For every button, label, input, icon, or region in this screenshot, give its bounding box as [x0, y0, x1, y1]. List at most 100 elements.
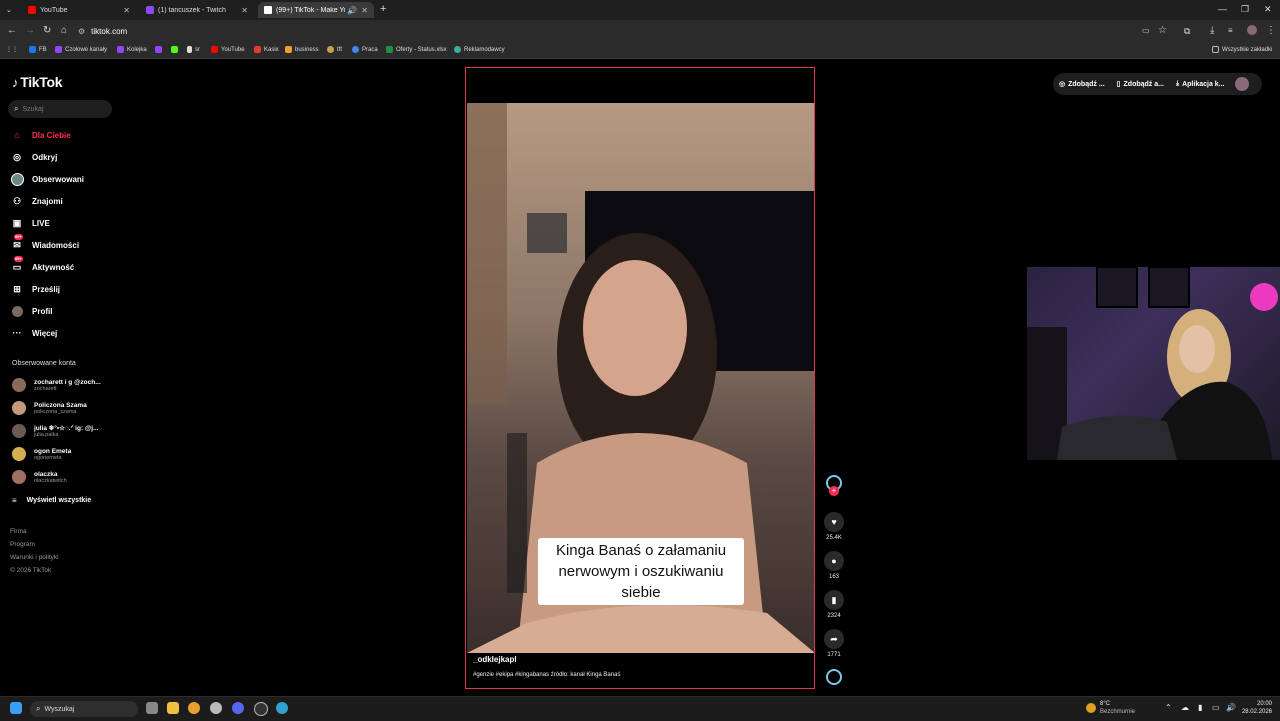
maximize-icon[interactable]: ❐: [1241, 4, 1249, 15]
weather-desc: Bezchmurnie: [1100, 709, 1136, 715]
windows-start-icon[interactable]: [10, 702, 22, 714]
tiktok-logo[interactable]: ♪ TikTok: [12, 74, 63, 90]
like-button[interactable]: ♥ 25.4K: [822, 512, 846, 541]
share-button[interactable]: ➦ 1771: [822, 629, 846, 658]
forward-icon[interactable]: →: [25, 25, 35, 37]
window-close-icon[interactable]: ✕: [1264, 4, 1272, 15]
bookmark-item[interactable]: business: [285, 46, 319, 53]
bookmark-item[interactable]: Reklamodawcy: [454, 46, 505, 53]
get-app-button[interactable]: ▯ Zdobądź a...: [1111, 80, 1170, 89]
tray-app-icon[interactable]: ☁: [1181, 703, 1189, 712]
download-icon[interactable]: ⤓: [1210, 25, 1214, 37]
tab-tiktok[interactable]: (99+) TikTok - Make Your Da 🔊 ✕: [258, 2, 374, 18]
twitch-icon: [146, 6, 154, 14]
clock-date[interactable]: 28.02.2026: [1236, 709, 1272, 715]
tab-search-icon[interactable]: ⌄: [6, 5, 12, 17]
nav-dla-ciebie[interactable]: ⌂ Dla Ciebie: [10, 127, 71, 143]
comment-button[interactable]: ● 163: [822, 551, 846, 580]
app-icon[interactable]: [210, 702, 222, 714]
nav-obserwowani[interactable]: Obserwowani: [10, 171, 84, 187]
followed-account[interactable]: olaczka olaczkatwitch: [12, 470, 67, 484]
media-player-icon[interactable]: [254, 702, 268, 716]
windows-taskbar: ⌕ Wyszukaj 8°C Bezchmurnie ⌃ ☁ ▮ ▭ 🔊 20:…: [0, 696, 1280, 721]
video-description[interactable]: #genzie #ekipa #kingabanas źródło: kanał…: [473, 672, 620, 678]
nav-label: Dla Ciebie: [32, 130, 71, 140]
bookmark-item[interactable]: Praca: [352, 46, 378, 53]
site-info-icon[interactable]: ⚙: [78, 27, 85, 36]
save-button[interactable]: ▮ 2324: [822, 590, 846, 619]
followed-account[interactable]: zocharett i g @zoch... zocharett: [12, 378, 101, 392]
apps-icon[interactable]: ⋮⋮: [6, 46, 18, 53]
bookmark-item[interactable]: Kolejka: [117, 46, 147, 53]
profile-avatar-icon[interactable]: [1247, 25, 1257, 35]
display-icon[interactable]: ▭: [1212, 703, 1220, 712]
all-bookmarks[interactable]: Wszystkie zakładki: [1212, 46, 1272, 53]
get-coins-button[interactable]: ◎ Zdobądź ...: [1053, 80, 1111, 89]
minimize-icon[interactable]: —: [1218, 4, 1227, 14]
video-author[interactable]: _odklejkapl: [473, 655, 517, 664]
sound-disc-button[interactable]: [822, 669, 846, 685]
file-explorer-icon[interactable]: [167, 702, 179, 714]
bookmark-item[interactable]: FB: [29, 46, 47, 53]
home-icon[interactable]: ⌂: [61, 25, 67, 37]
tiktok-icon: [264, 6, 272, 14]
tab-youtube[interactable]: YouTube ✕: [22, 2, 136, 18]
volume-icon[interactable]: 🔊: [1226, 703, 1236, 712]
bookmark-item[interactable]: [171, 46, 181, 53]
tray-chevron-icon[interactable]: ⌃: [1165, 703, 1172, 712]
back-icon[interactable]: ←: [7, 25, 17, 37]
menu-icon[interactable]: ⋮: [1266, 25, 1276, 37]
bookmark-item[interactable]: Czołowe kanały: [55, 46, 107, 53]
nav-przeslij[interactable]: ⊞ Prześlij: [10, 281, 60, 297]
bookmark-item[interactable]: Kasix: [254, 46, 279, 53]
show-all-button[interactable]: ≡ Wyświetl wszystkie: [12, 496, 91, 505]
close-icon[interactable]: ✕: [361, 6, 368, 15]
desktop-app-button[interactable]: ⤓ Aplikacja k...: [1170, 80, 1231, 88]
video-caption: Kinga Banaś o załamaniu nerwowym i oszuk…: [538, 538, 744, 605]
discord-icon[interactable]: [232, 702, 244, 714]
nav-wiecej[interactable]: ··· Więcej: [10, 325, 58, 341]
search-input[interactable]: ⌕ Szukaj: [8, 100, 112, 118]
address-bar[interactable]: ⚙ tiktok.com: [78, 24, 1168, 38]
bookmark-item[interactable]: [155, 46, 165, 53]
button-label: Zdobądź ...: [1068, 80, 1105, 88]
close-icon[interactable]: ✕: [241, 6, 248, 15]
weather-icon[interactable]: [1086, 703, 1096, 713]
bookmark-item[interactable]: tft: [327, 46, 342, 53]
close-icon[interactable]: ✕: [123, 6, 130, 15]
speaker-icon[interactable]: 🔊: [347, 6, 357, 15]
nav-wiadomosci[interactable]: ✉ 99+ Wiadomości: [10, 234, 79, 253]
followed-account[interactable]: julia ❄°•☆◌.ᐟ ig: @j... julia.palka: [12, 424, 99, 438]
chrome-icon[interactable]: [188, 702, 200, 714]
nav-live[interactable]: ▣ LIVE: [10, 215, 50, 231]
nav-odkryj[interactable]: ◎ Odkryj: [10, 149, 57, 165]
extensions-icon[interactable]: ⧉: [1184, 25, 1190, 37]
media-icon[interactable]: ≡: [1228, 25, 1233, 37]
footer-terms[interactable]: Warunki i polityki: [10, 554, 59, 561]
video-player[interactable]: Kinga Banaś o załamaniu nerwowym i oszuk…: [465, 67, 815, 689]
follow-plus-icon[interactable]: +: [829, 486, 839, 496]
new-tab-icon[interactable]: +: [380, 3, 386, 15]
clock-time[interactable]: 20:00: [1240, 701, 1272, 707]
account-handle: policzona_szama: [34, 408, 77, 415]
nav-znajomi[interactable]: ⚇ Znajomi: [10, 193, 63, 209]
tab-twitch[interactable]: (1) tancuszek - Twitch ✕: [140, 2, 254, 18]
bookmark-item[interactable]: YouTube: [211, 46, 245, 53]
browser-icon[interactable]: [276, 702, 288, 714]
footer-program[interactable]: Program: [10, 541, 35, 548]
task-view-icon[interactable]: [146, 702, 158, 714]
bookmark-item[interactable]: sr: [187, 46, 200, 53]
bookmark-item[interactable]: Oferty - Status.xlsx: [386, 46, 447, 53]
followed-account[interactable]: Policzona Szama policzona_szama: [12, 401, 87, 415]
user-avatar[interactable]: [1234, 77, 1249, 91]
nav-aktywnosc[interactable]: ▭ 99+ Aktywność: [10, 256, 74, 275]
followed-account[interactable]: ogon Emeta ogonemeta: [12, 447, 71, 461]
list-icon: ≡: [12, 496, 17, 505]
account-handle: olaczkatwitch: [34, 477, 67, 484]
reload-icon[interactable]: ↻: [43, 25, 51, 37]
footer-firma[interactable]: Firma: [10, 528, 27, 535]
creator-avatar-button[interactable]: +: [822, 475, 846, 496]
nav-profil[interactable]: Profil: [10, 303, 52, 319]
microphone-icon[interactable]: ▮: [1198, 703, 1202, 712]
taskbar-search[interactable]: ⌕ Wyszukaj: [30, 701, 138, 717]
